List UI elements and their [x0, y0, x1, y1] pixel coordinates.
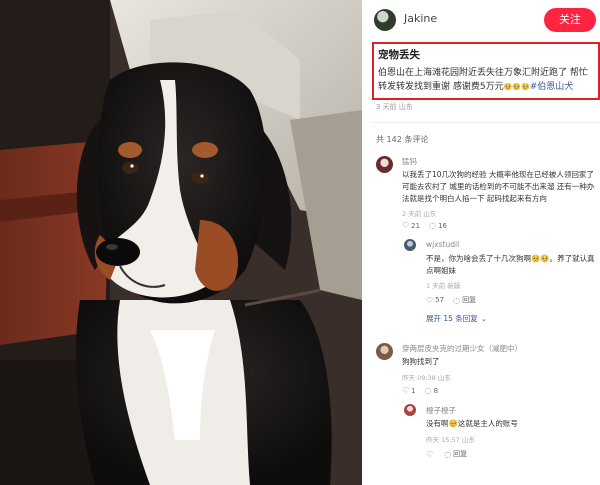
comment-author[interactable]: 穿两层皮夹克的过期少女（减肥中）	[402, 343, 522, 354]
heart-icon: ♡	[402, 221, 410, 230]
heart-icon: ♡	[402, 386, 410, 395]
reply-label: 回复	[462, 296, 477, 304]
comment-avatar[interactable]	[376, 156, 393, 173]
post-meta: 3 天前 山东	[376, 103, 413, 111]
comment-actions: ♡ 1 ◌ 8	[402, 386, 438, 395]
reply-count: 16	[438, 221, 447, 230]
bernese-dog-image	[0, 0, 362, 485]
reply-avatar[interactable]	[404, 404, 416, 416]
like-count: 1	[411, 386, 416, 395]
like-button[interactable]: ♡ 21	[402, 221, 420, 230]
comment-author[interactable]: 猛犸	[402, 156, 417, 167]
post-body: 伯恩山在上海滩花园附近丢失往万象汇附近跑了 帮忙转发转发找到重谢 感谢费5万元🥺…	[378, 66, 596, 94]
follow-button[interactable]: 关注	[544, 8, 596, 32]
reply-button[interactable]: ◌ 回复	[444, 449, 467, 459]
reply-button[interactable]: ◌ 回复	[453, 295, 476, 305]
expand-replies-button[interactable]: 展开 15 条回复 ⌄	[426, 313, 487, 324]
post-tag[interactable]: #伯恩山犬	[530, 82, 574, 92]
divider	[372, 122, 600, 123]
comment-icon: ◌	[444, 449, 452, 459]
reply-avatar[interactable]	[404, 239, 416, 251]
reply-author[interactable]: 橙子橙子	[426, 405, 456, 416]
comment-meta: 2 天前 山东	[402, 210, 437, 218]
post-header: Jakine 关注	[362, 0, 600, 40]
reply-meta: 昨天 15:57 山东	[426, 436, 475, 444]
reply-actions: ♡ 57 ◌ 回复	[426, 295, 476, 305]
reply-button[interactable]: ◌ 16	[429, 221, 447, 230]
like-button[interactable]: ♡	[426, 449, 435, 459]
comment-icon: ◌	[453, 295, 461, 305]
reply-label: 回复	[453, 450, 468, 458]
like-button[interactable]: ♡ 1	[402, 386, 416, 395]
author-avatar[interactable]	[374, 9, 396, 31]
pet-photo	[0, 0, 362, 485]
comment-icon: ◌	[429, 221, 437, 230]
comment-meta: 昨天 09:38 山东	[402, 374, 451, 382]
reply-button[interactable]: ◌ 8	[425, 386, 438, 395]
author-name[interactable]: Jakine	[404, 12, 437, 25]
reply-text: 没有啊🥺这就是主人的账号	[426, 419, 518, 428]
chevron-down-icon: ⌄	[480, 314, 487, 323]
reply-actions: ♡ ◌ 回复	[426, 449, 467, 459]
reply-text: 不是，你为啥会丢了十几次狗啊🥺🥺。养了就认真点啊姐妹	[426, 254, 595, 275]
heart-icon: ♡	[426, 449, 434, 459]
comment-text: 以我丢了10几次狗的经验 大概率他现在已经被人领回家了 可能去农村了 城里的话检…	[402, 170, 595, 203]
post-content-highlight: 宠物丢失 伯恩山在上海滩花园附近丢失往万象汇附近跑了 帮忙转发转发找到重谢 感谢…	[372, 42, 600, 100]
reply-meta: 1 天前 新疆	[426, 282, 461, 290]
like-count: 21	[411, 221, 421, 230]
post-panel: Jakine 关注 宠物丢失 伯恩山在上海滩花园附近丢失往万象汇附近跑了 帮忙转…	[362, 0, 600, 485]
post-body-emoji: 🥺🥺🥺	[503, 83, 530, 91]
comment-count: 共 142 条评论	[376, 135, 429, 144]
post-title: 宠物丢失	[378, 49, 420, 61]
like-button[interactable]: ♡ 57	[426, 295, 444, 305]
comment-actions: ♡ 21 ◌ 16	[402, 221, 447, 230]
heart-icon: ♡	[426, 295, 434, 305]
reply-count: 8	[433, 386, 439, 395]
like-count: 57	[435, 296, 445, 304]
comment-avatar[interactable]	[376, 343, 393, 360]
reply-author[interactable]: wjxstudil	[426, 240, 459, 249]
comment-text: 狗狗找到了	[402, 357, 440, 366]
expand-label: 展开 15 条回复	[426, 314, 478, 323]
comment-icon: ◌	[424, 386, 432, 395]
